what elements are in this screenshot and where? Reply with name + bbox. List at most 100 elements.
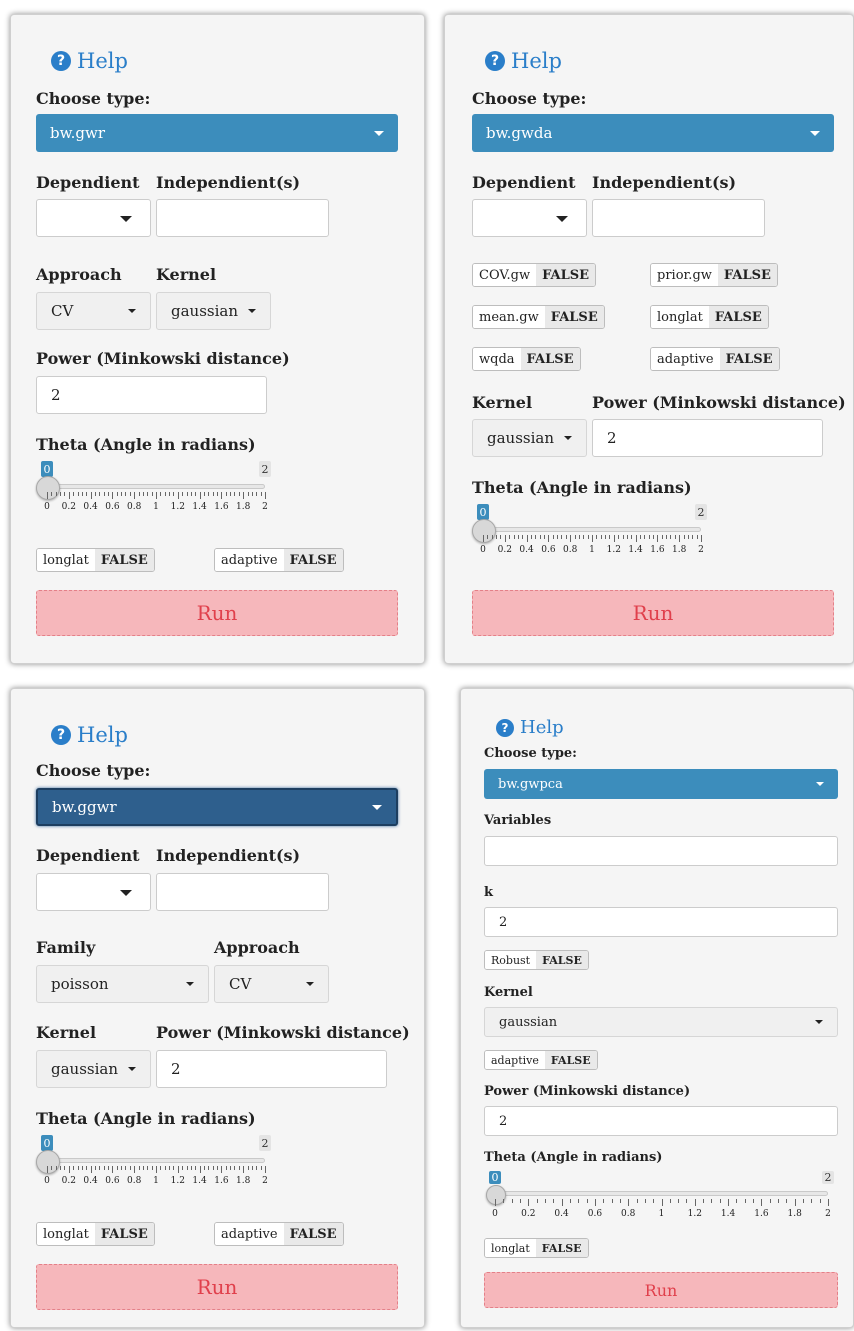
adaptive-toggle[interactable]: adaptive FALSE (214, 548, 344, 572)
slider-minor-tick (125, 1166, 127, 1170)
slider-track[interactable] (495, 1191, 828, 1196)
independent-input[interactable] (592, 199, 765, 237)
type-select[interactable]: bw.gwda (472, 114, 834, 152)
variables-input[interactable] (484, 836, 838, 866)
kernel-select[interactable]: gaussian (472, 419, 587, 457)
power-input[interactable]: 2 (592, 419, 823, 457)
dependent-select[interactable] (472, 199, 587, 237)
dependent-select[interactable] (36, 873, 151, 911)
adaptive-toggle[interactable]: adaptive FALSE (484, 1050, 598, 1070)
type-select-value: bw.ggwr (52, 798, 117, 816)
slider-minor-tick (769, 1199, 771, 1203)
slider-minor-tick (77, 1166, 79, 1170)
toggle-label: longlat (651, 306, 709, 328)
slider-major-tick (68, 492, 70, 499)
toggle-value: FALSE (520, 348, 580, 370)
slider-minor-tick (803, 1199, 805, 1203)
slider-minor-tick (260, 492, 262, 496)
slider-minor-tick (160, 1166, 162, 1170)
slider-max-badge: 2 (695, 504, 707, 520)
run-button[interactable]: Run (36, 1264, 398, 1310)
slider-minor-tick (561, 535, 563, 539)
k-input[interactable]: 2 (484, 907, 838, 937)
slider-minor-tick (116, 1166, 118, 1170)
chevron-down-icon (120, 890, 132, 896)
kernel-select[interactable]: gaussian (36, 1050, 151, 1088)
slider-tick-label: 0 (480, 545, 486, 555)
approach-select[interactable]: CV (214, 965, 329, 1003)
run-button[interactable]: Run (472, 590, 834, 636)
variables-label: Variables (484, 813, 552, 828)
slider-tick-label: 0.2 (521, 1209, 536, 1219)
adaptive-toggle[interactable]: adaptive FALSE (214, 1222, 344, 1246)
toggle-value: FALSE (544, 1051, 597, 1069)
kernel-select-value: gaussian (487, 429, 555, 447)
independent-input[interactable] (156, 199, 329, 237)
approach-select[interactable]: CV (36, 292, 151, 330)
longlat-toggle[interactable]: longlat FALSE (36, 548, 155, 572)
run-button[interactable]: Run (36, 590, 398, 636)
theta-slider[interactable]: 0 2 0 0.2 0.4 0.6 0.8 1 1.2 1.4 1.6 1.8 2 (472, 504, 712, 574)
cov-gw-toggle[interactable]: COV.gw FALSE (472, 263, 597, 287)
slider-minor-tick (77, 492, 79, 496)
theta-slider[interactable]: 0 2 0 0.2 0.4 0.6 0.8 1 1.2 1.4 1.6 1.8 2 (484, 1171, 839, 1227)
adaptive-toggle[interactable]: adaptive FALSE (650, 347, 780, 371)
longlat-toggle[interactable]: longlat FALSE (36, 1222, 155, 1246)
wqda-toggle[interactable]: wqda FALSE (472, 347, 581, 371)
slider-minor-tick (256, 492, 258, 496)
toggle-label: longlat (485, 1239, 536, 1257)
slider-tick-label: 0.4 (83, 502, 98, 512)
slider-track[interactable] (47, 484, 265, 489)
mean-gw-toggle[interactable]: mean.gw FALSE (472, 305, 605, 329)
longlat-toggle[interactable]: longlat FALSE (650, 305, 769, 329)
slider-tick-label: 2 (262, 1176, 268, 1186)
slider-tick-label: 0.4 (519, 545, 534, 555)
theta-slider[interactable]: 0 2 0 0.2 0.4 0.6 0.8 1 1.2 1.4 1.6 1.8 2 (36, 1135, 276, 1205)
power-input[interactable]: 2 (36, 376, 267, 414)
type-select[interactable]: bw.gwpca (484, 769, 838, 799)
question-circle-icon: ? (485, 51, 505, 71)
slider-major-tick (528, 1199, 530, 1206)
power-input[interactable]: 2 (484, 1106, 838, 1136)
dependent-label: Dependient (472, 173, 576, 192)
chevron-down-icon (374, 131, 384, 136)
slider-track[interactable] (483, 527, 701, 532)
slider-tick-label: 0.2 (497, 545, 512, 555)
slider-major-tick (199, 1166, 201, 1173)
slider-major-tick (504, 535, 506, 542)
run-button[interactable]: Run (484, 1272, 838, 1308)
slider-minor-tick (636, 1199, 638, 1203)
slider-minor-tick (190, 492, 192, 496)
slider-major-tick (526, 535, 528, 542)
type-select-value: bw.gwda (486, 124, 553, 142)
longlat-toggle[interactable]: longlat FALSE (484, 1238, 589, 1258)
kernel-select[interactable]: gaussian (156, 292, 271, 330)
type-select[interactable]: bw.ggwr (36, 788, 398, 826)
help-link[interactable]: ? Help (51, 723, 128, 747)
family-select[interactable]: poisson (36, 965, 209, 1003)
theta-slider[interactable]: 0 2 0 0.2 0.4 0.6 0.8 1 1.2 1.4 1.6 1.8 2 (36, 461, 276, 531)
help-link[interactable]: ? Help (485, 49, 562, 73)
slider-tick-label: 1.8 (787, 1209, 802, 1219)
help-link[interactable]: ? Help (51, 49, 128, 73)
slider-minor-tick (517, 535, 519, 539)
slider-minor-tick (129, 492, 131, 496)
slider-minor-tick (653, 535, 655, 539)
slider-minor-tick (251, 492, 253, 496)
independent-input[interactable] (156, 873, 329, 911)
slider-minor-tick (535, 535, 537, 539)
slider-minor-tick (138, 492, 140, 496)
slider-minor-tick (619, 1199, 621, 1203)
power-input[interactable]: 2 (156, 1050, 387, 1088)
prior-gw-toggle[interactable]: prior.gw FALSE (650, 263, 778, 287)
slider-tick-label: 1.4 (192, 1176, 207, 1186)
dependent-select[interactable] (36, 199, 151, 237)
slider-track[interactable] (47, 1158, 265, 1163)
robust-toggle[interactable]: Robust FALSE (484, 950, 589, 970)
slider-major-tick (221, 492, 223, 499)
type-select[interactable]: bw.gwr (36, 114, 398, 152)
slider-tick-label: 0.2 (61, 1176, 76, 1186)
help-link[interactable]: ? Help (496, 717, 564, 738)
kernel-select[interactable]: gaussian (484, 1007, 838, 1037)
slider-minor-tick (217, 1166, 219, 1170)
